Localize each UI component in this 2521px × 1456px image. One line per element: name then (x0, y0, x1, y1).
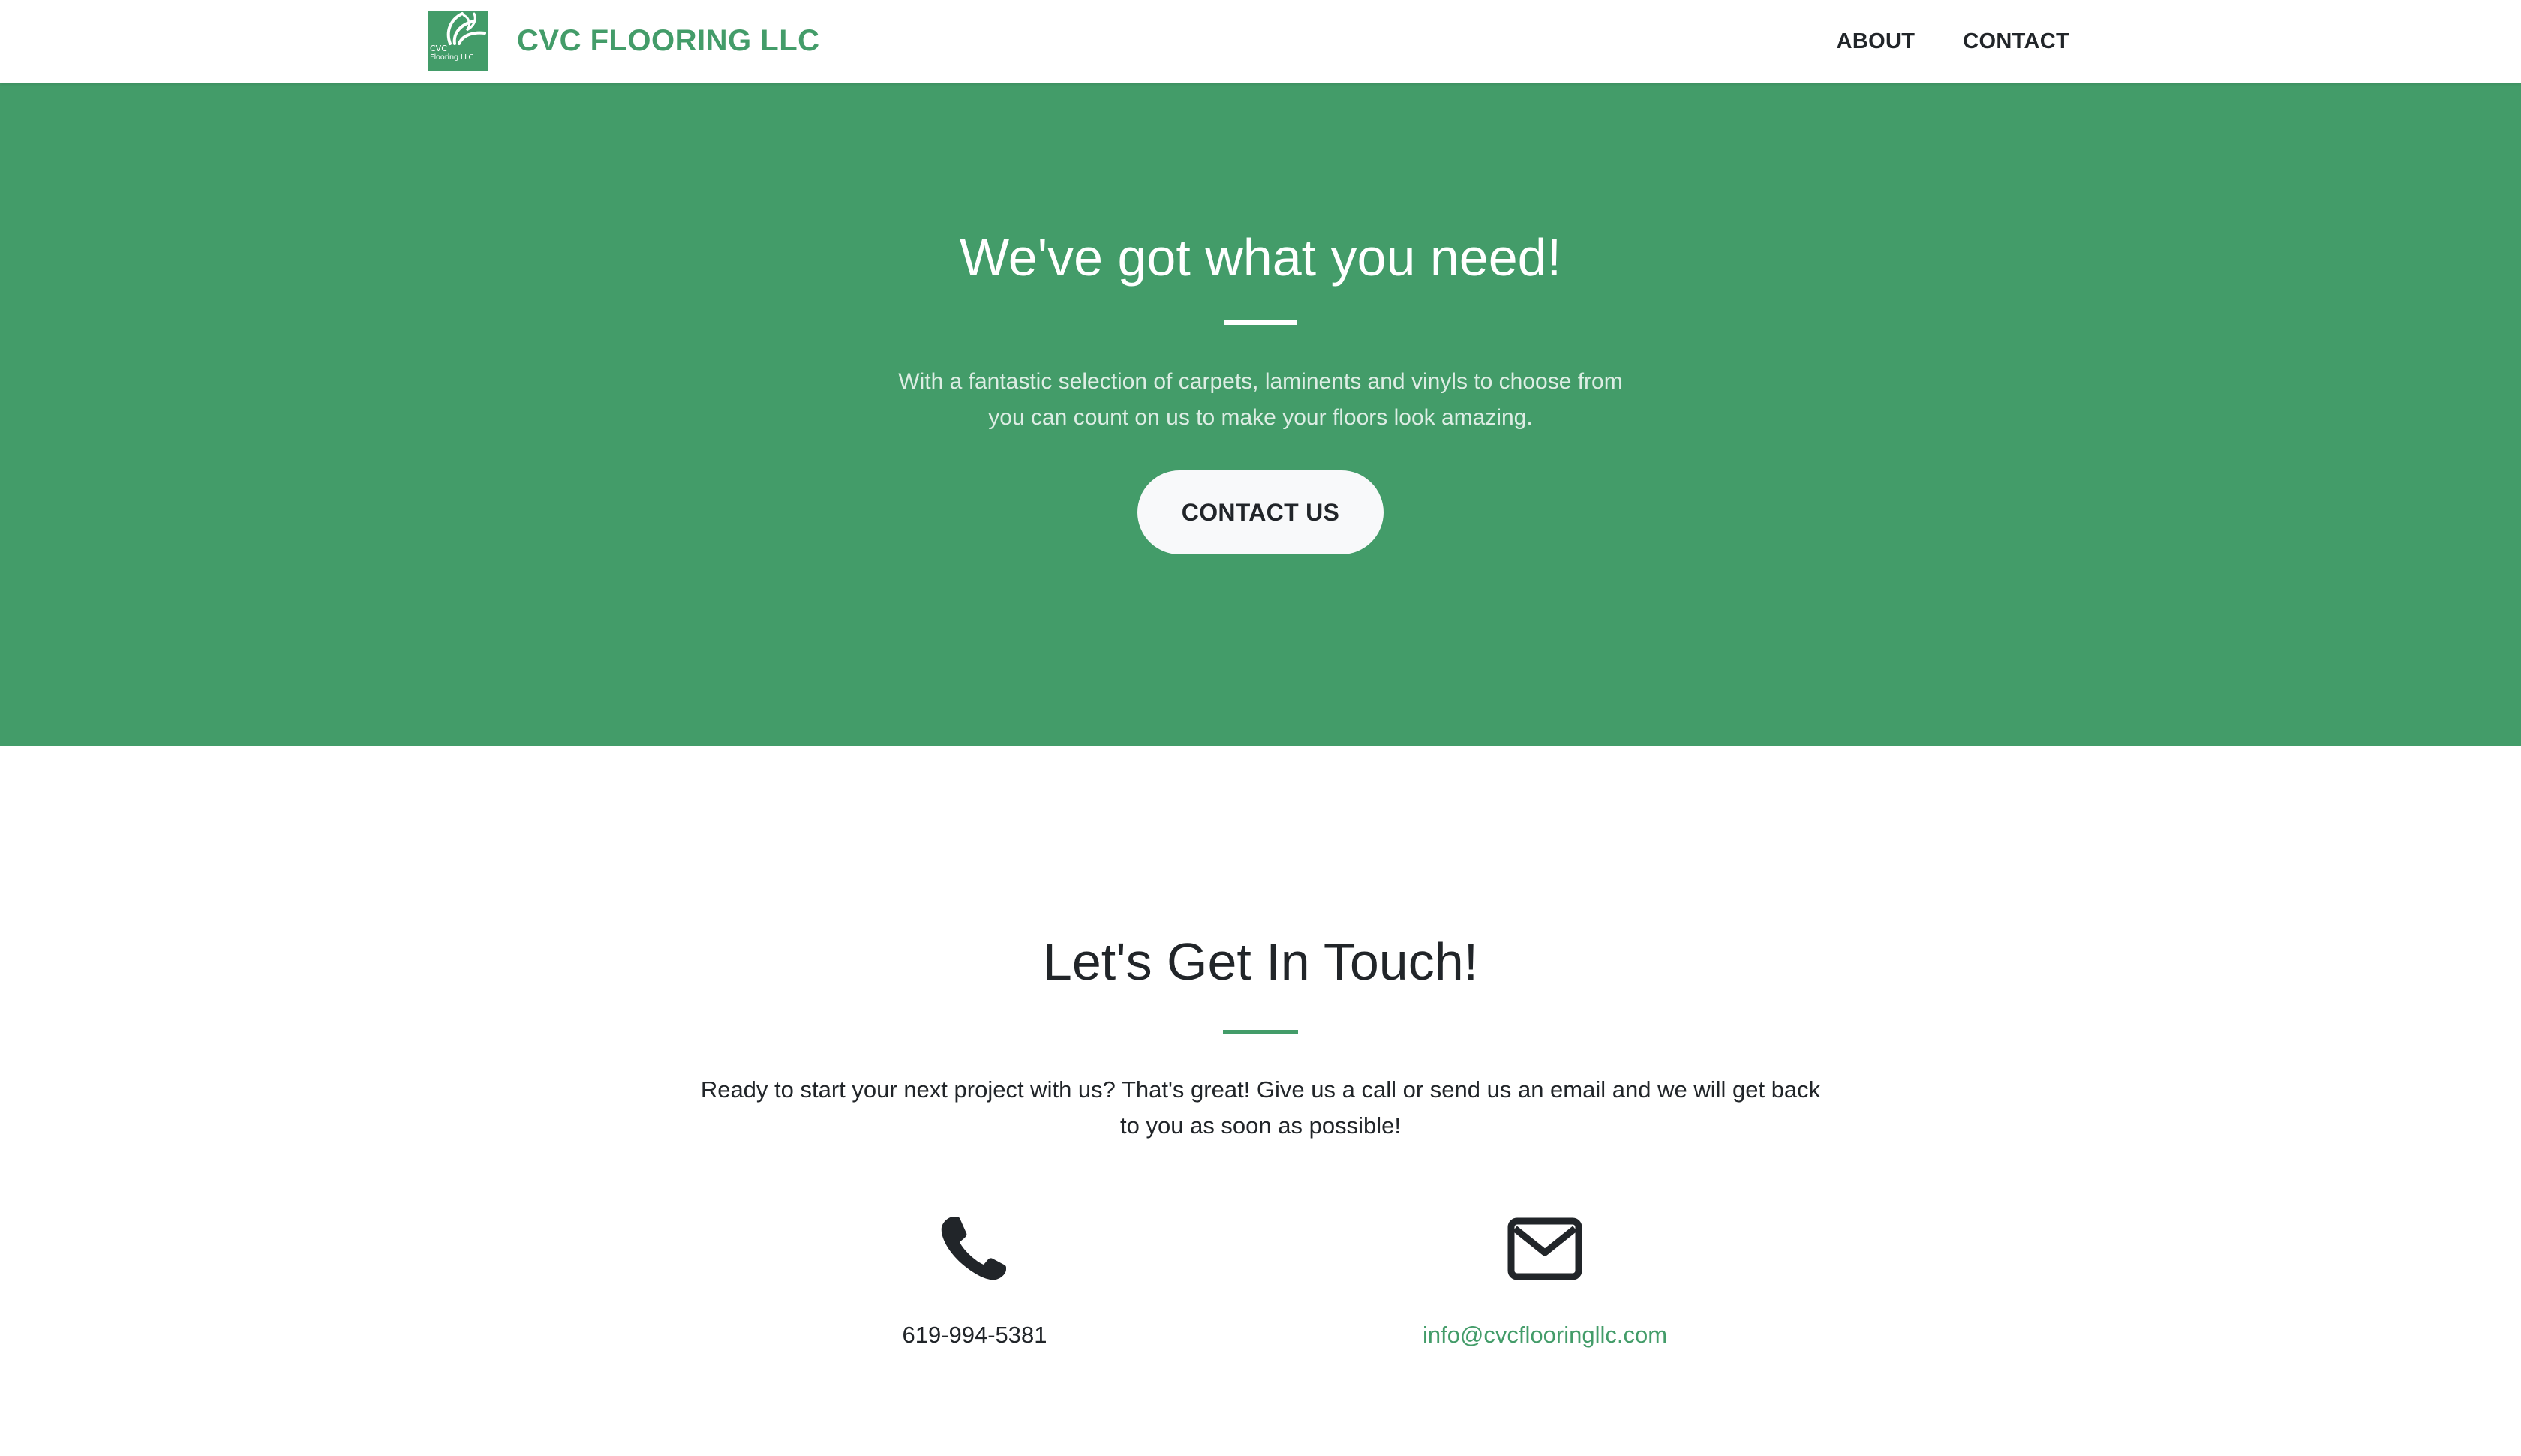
phone-icon (941, 1217, 1006, 1280)
brand-name[interactable]: CVC FLOORING LLC (517, 24, 820, 58)
hero-section: We've got what you need! With a fantasti… (0, 83, 2521, 746)
contact-divider (1223, 1030, 1298, 1034)
contact-us-button[interactable]: CONTACT US (1137, 470, 1384, 554)
logo-text-line2: Flooring LLC (430, 53, 474, 62)
hero-divider (1224, 320, 1297, 325)
envelope-icon (1507, 1217, 1582, 1280)
contact-email: info@cvcflooringllc.com (1357, 1214, 1732, 1350)
brand-link[interactable]: CVC Flooring LLC CVC FLOORING LLC (428, 10, 820, 71)
hero-text: With a fantastic selection of carpets, l… (898, 369, 1623, 430)
email-value: info@cvcflooringllc.com (1357, 1320, 1732, 1350)
logo-text-line1: CVC (430, 44, 447, 53)
nav-links: ABOUT CONTACT (1789, 0, 2069, 83)
email-link[interactable]: info@cvcflooringllc.com (1423, 1322, 1667, 1348)
contact-phone: 619-994-5381 (787, 1214, 1162, 1350)
brand-logo: CVC Flooring LLC (428, 11, 488, 71)
nav-link-about[interactable]: ABOUT (1837, 29, 1916, 54)
navbar: CVC Flooring LLC CVC FLOORING LLC ABOUT … (0, 0, 2521, 83)
phone-number[interactable]: 619-994-5381 (787, 1320, 1162, 1350)
hero-heading: We've got what you need! (959, 228, 1562, 287)
contact-heading: Let's Get In Touch! (1042, 932, 1479, 991)
contact-text: Ready to start your next project with us… (700, 1076, 1821, 1139)
leaf-swirl-logo-icon (446, 12, 486, 45)
nav-link-contact[interactable]: CONTACT (1963, 29, 2069, 54)
